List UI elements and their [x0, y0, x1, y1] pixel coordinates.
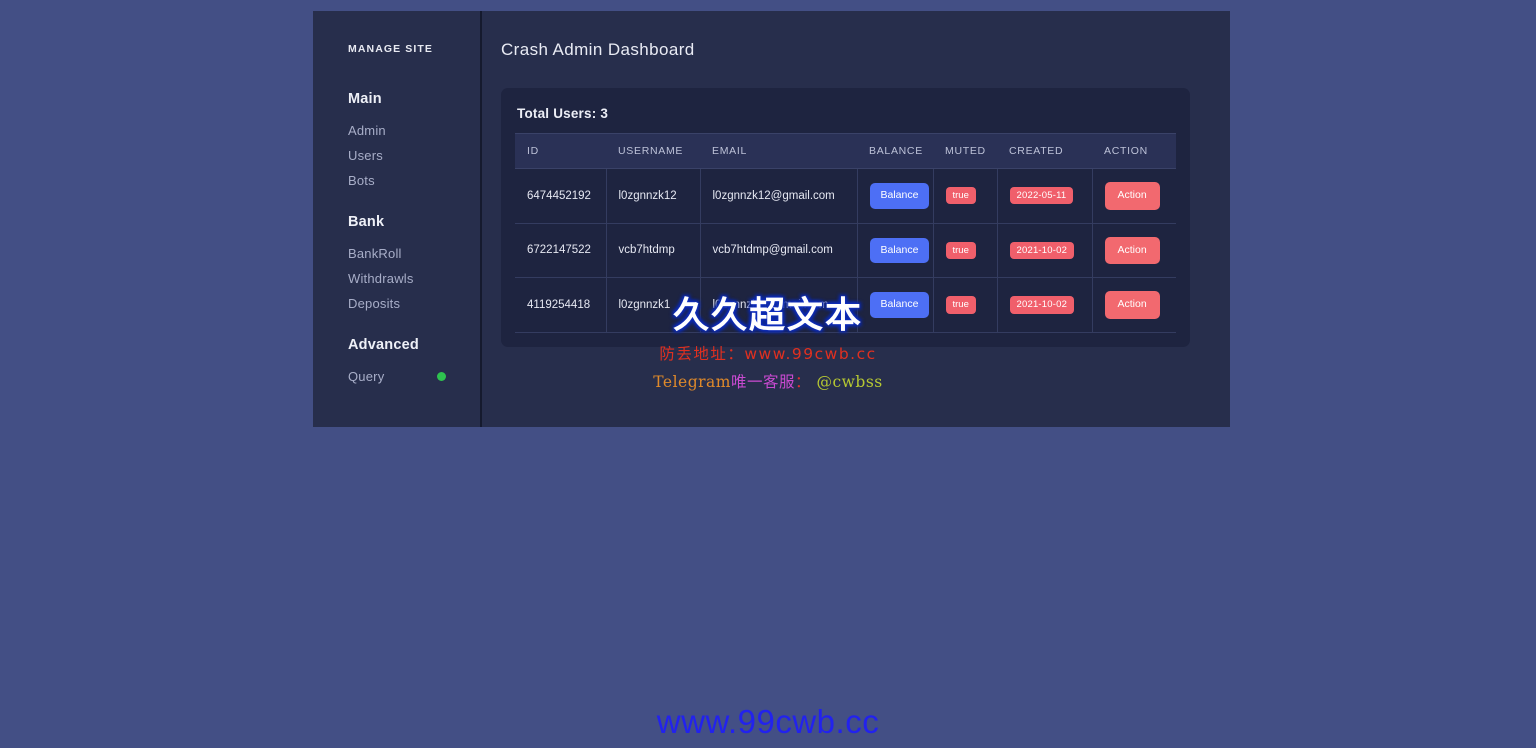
- status-dot-icon: [437, 372, 446, 381]
- created-badge: 2022-05-11: [1009, 187, 1074, 205]
- balance-button[interactable]: Balance: [869, 237, 930, 264]
- sidebar: MANAGE SITE Main Admin Users Bots Bank BankRo…: [313, 11, 482, 427]
- content-area: Crash Admin Dashboard Total Users: 3 ID U…: [482, 11, 1230, 427]
- balance-button[interactable]: Balance: [869, 292, 930, 318]
- app-window: MANAGE SITE Main Admin Users Bots Bank BankRo…: [313, 11, 1230, 427]
- sidebar-item-label: Query: [348, 369, 385, 384]
- total-users-label: Total Users: 3: [517, 106, 609, 121]
- sidebar-item-deposits[interactable]: Deposits: [313, 291, 480, 316]
- muted-badge: true: [945, 241, 976, 260]
- cell-action: Action: [1091, 277, 1176, 333]
- table-header-row: ID USERNAME EMAIL BALANCE MUTED CREATED ACTION: [515, 133, 1176, 169]
- cell-balance: Balance: [856, 277, 934, 333]
- users-card: Total Users: 3 ID USERNAME EMAIL BALANCE MUT…: [501, 88, 1190, 347]
- cell-id: 6474452192: [515, 168, 607, 224]
- sidebar-item-label: Admin: [348, 123, 386, 138]
- cell-id: 6722147522: [515, 222, 607, 279]
- sidebar-item-bots[interactable]: Bots: [313, 168, 480, 193]
- sidebar-item-label: Bots: [348, 173, 375, 188]
- table-row: 4119254418 l0zgnnzk1 l0zgnnzk1@gmail.com Ba…: [515, 277, 1176, 333]
- cell-created: 2022-05-11: [996, 168, 1093, 224]
- cell-balance: Balance: [856, 222, 934, 279]
- action-button[interactable]: Action: [1104, 291, 1160, 319]
- cell-username: l0zgnnzk1: [605, 277, 701, 333]
- column-header-id: ID: [515, 133, 606, 169]
- sidebar-nav: Main Admin Users Bots Bank BankRoll Withdrawls…: [313, 91, 480, 389]
- column-header-email: EMAIL: [700, 133, 857, 169]
- cell-created: 2021-10-02: [996, 222, 1093, 279]
- brand-label: MANAGE SITE: [348, 43, 434, 55]
- users-table: ID USERNAME EMAIL BALANCE MUTED CREATED ACTION…: [515, 133, 1176, 333]
- sidebar-group-title: Advanced: [348, 337, 419, 353]
- column-header-balance: BALANCE: [857, 133, 933, 169]
- cell-email: l0zgnnzk12@gmail.com: [699, 168, 858, 224]
- cell-balance: Balance: [856, 168, 934, 224]
- muted-badge: true: [945, 296, 976, 314]
- table-row: 6474452192 l0zgnnzk12 l0zgnnzk12@gmail.com…: [515, 168, 1176, 224]
- cell-muted: true: [932, 277, 998, 333]
- muted-badge: true: [945, 187, 976, 205]
- action-button[interactable]: Action: [1104, 236, 1160, 265]
- sidebar-item-label: Deposits: [348, 296, 401, 311]
- cell-muted: true: [932, 222, 998, 279]
- users-table-body: 6474452192 l0zgnnzk12 l0zgnnzk12@gmail.com…: [515, 168, 1176, 333]
- created-badge: 2021-10-02: [1009, 296, 1075, 314]
- sidebar-group-title: Main: [348, 91, 382, 107]
- sidebar-group-bank: Bank BankRoll Withdrawls Deposits: [313, 214, 480, 316]
- cell-id: 4119254418: [515, 277, 607, 333]
- balance-button[interactable]: Balance: [869, 183, 930, 209]
- cell-action: Action: [1091, 168, 1176, 224]
- column-header-created: CREATED: [997, 133, 1092, 169]
- sidebar-item-bankroll[interactable]: BankRoll: [313, 241, 480, 266]
- page-title: Crash Admin Dashboard: [501, 40, 695, 59]
- sidebar-item-withdrawls[interactable]: Withdrawls: [313, 266, 480, 291]
- watermark-bottom: www.99cwb.cc: [656, 703, 880, 740]
- cell-created: 2021-10-02: [996, 277, 1093, 333]
- sidebar-group-title: Bank: [348, 214, 385, 230]
- created-badge: 2021-10-02: [1009, 241, 1075, 260]
- sidebar-item-label: Withdrawls: [348, 271, 414, 286]
- cell-muted: true: [932, 168, 998, 224]
- users-table-head: ID USERNAME EMAIL BALANCE MUTED CREATED ACTION: [515, 133, 1176, 169]
- sidebar-item-label: Users: [348, 148, 383, 163]
- sidebar-item-users[interactable]: Users: [313, 143, 480, 168]
- column-header-action: ACTION: [1092, 133, 1176, 169]
- action-button[interactable]: Action: [1104, 182, 1160, 210]
- sidebar-item-query[interactable]: Query: [313, 364, 480, 389]
- sidebar-group-main: Main Admin Users Bots: [313, 91, 480, 193]
- cell-action: Action: [1091, 222, 1176, 279]
- sidebar-item-label: BankRoll: [348, 246, 402, 261]
- cell-email: vcb7htdmp@gmail.com: [699, 222, 858, 279]
- sidebar-item-admin[interactable]: Admin: [313, 118, 480, 143]
- cell-username: vcb7htdmp: [605, 222, 701, 279]
- cell-username: l0zgnnzk12: [605, 168, 701, 224]
- column-header-muted: MUTED: [933, 133, 997, 169]
- cell-email: l0zgnnzk1@gmail.com: [699, 277, 858, 333]
- column-header-username: USERNAME: [606, 133, 700, 169]
- table-row: 6722147522 vcb7htdmp vcb7htdmp@gmail.com Ba…: [515, 222, 1176, 279]
- sidebar-group-advanced: Advanced Query: [313, 337, 480, 389]
